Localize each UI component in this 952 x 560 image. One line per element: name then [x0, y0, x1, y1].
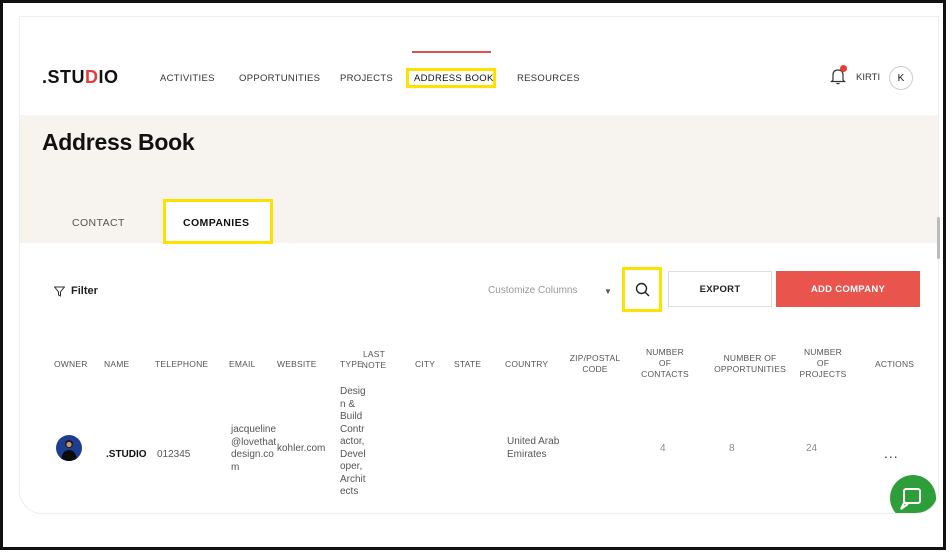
person-photo-icon [61, 440, 77, 461]
col-city[interactable]: CITY [415, 359, 435, 370]
customize-columns-select[interactable]: Customize Columns [488, 285, 577, 296]
col-contacts-line1: NUMBER [645, 347, 685, 357]
highlight-nav-address-book [406, 68, 496, 88]
col-projects-line2: OF [816, 358, 830, 368]
company-website[interactable]: kohler.com [277, 443, 325, 456]
col-website[interactable]: WEBSITE [277, 359, 317, 370]
company-name[interactable]: .STUDIO [106, 449, 147, 462]
add-company-button[interactable]: ADD COMPANY [776, 271, 920, 307]
col-contacts-line2: OF [658, 358, 672, 368]
nav-resources[interactable]: RESOURCES [517, 73, 580, 84]
screenshot-frame: .STUDIO ACTIVITIES OPPORTUNITIES PROJECT… [0, 0, 946, 550]
col-number-of-contacts[interactable]: NUMBER OF CONTACTS [636, 347, 694, 380]
company-email[interactable]: jacqueline @lovethat design.co m [231, 424, 276, 474]
type-line: Desig [340, 386, 366, 397]
type-line: Build [340, 411, 363, 422]
type-line: ects [340, 486, 359, 497]
company-telephone: 012345 [157, 449, 191, 460]
col-number-of-opportunities[interactable]: NUMBER OF OPPORTUNITIES [710, 353, 790, 375]
type-line: Contr [340, 423, 365, 435]
page-header: Address Book CONTACT COMPANIES [20, 115, 938, 244]
toolbar: Filter Customize Columns ▼ EXPORT ADD CO… [20, 243, 938, 323]
table-row[interactable]: .STUDIO 012345 jacqueline @lovethat desi… [20, 386, 938, 513]
col-country[interactable]: COUNTRY [505, 359, 548, 370]
chat-fab-button[interactable] [890, 475, 936, 513]
owner-avatar[interactable] [56, 435, 82, 461]
col-last-note-line2: NOTE [361, 360, 387, 370]
tab-contact[interactable]: CONTACT [72, 217, 125, 229]
top-navbar: .STUDIO ACTIVITIES OPPORTUNITIES PROJECT… [20, 17, 938, 115]
country-line: Emirates [507, 448, 547, 460]
nav-opportunities[interactable]: OPPORTUNITIES [239, 73, 320, 84]
col-state[interactable]: STATE [454, 359, 481, 370]
table-header: OWNER NAME TELEPHONE EMAIL WEBSITE TYPE … [20, 347, 938, 387]
export-button[interactable]: EXPORT [668, 271, 772, 307]
filter-button[interactable]: Filter [54, 285, 98, 297]
col-owner[interactable]: OWNER [54, 359, 88, 370]
app-window: .STUDIO ACTIVITIES OPPORTUNITIES PROJECT… [20, 17, 938, 513]
col-zip[interactable]: ZIP/POSTAL CODE [565, 353, 625, 375]
email-line: @lovethat [231, 436, 277, 448]
col-projects-line1: NUMBER [803, 347, 843, 357]
logo-mark: D [85, 67, 99, 87]
user-avatar[interactable]: K [889, 66, 913, 90]
col-opps-line1: NUMBER OF [723, 353, 777, 363]
col-last-note[interactable]: LAST NOTE [359, 349, 389, 371]
chevron-down-icon[interactable]: ▼ [604, 287, 612, 296]
email-line: m [231, 461, 240, 473]
filter-label: Filter [71, 285, 98, 297]
company-country: United Arab Emirates [507, 436, 559, 461]
col-zip-line2: CODE [582, 364, 608, 374]
company-contacts-count: 4 [660, 443, 666, 454]
brand-logo[interactable]: .STUDIO [42, 67, 119, 88]
country-line: United Arab [507, 436, 560, 447]
page-title: Address Book [42, 129, 195, 155]
col-name[interactable]: NAME [104, 359, 129, 370]
nav-activities[interactable]: ACTIVITIES [160, 73, 215, 84]
col-actions: ACTIONS [875, 359, 915, 369]
chat-icon [900, 488, 921, 510]
more-actions-icon[interactable]: ... [884, 445, 899, 461]
col-contacts-line3: CONTACTS [641, 369, 689, 379]
col-number-of-projects[interactable]: NUMBER OF PROJECTS [796, 347, 850, 380]
logo-suffix: IO [98, 67, 119, 87]
type-line: n & [340, 398, 356, 410]
type-line: actor, [340, 436, 365, 447]
col-opps-line2: OPPORTUNITIES [714, 364, 786, 374]
type-line: Archit [340, 473, 366, 485]
email-line: design.co [231, 449, 274, 460]
type-line: oper, [340, 461, 363, 472]
nav-projects[interactable]: PROJECTS [340, 73, 393, 84]
company-type: Desig n & Build Contr actor, Devel oper,… [340, 386, 366, 499]
type-line: Devel [340, 448, 366, 460]
col-email[interactable]: EMAIL [229, 359, 256, 370]
user-name[interactable]: KIRTI [856, 72, 880, 83]
page-scrollbar[interactable] [937, 217, 940, 259]
highlight-tab-companies [163, 199, 273, 244]
logo-prefix: .STU [42, 67, 86, 87]
notification-dot [840, 65, 847, 72]
col-projects-line3: PROJECTS [799, 369, 847, 379]
active-nav-indicator [412, 51, 491, 53]
company-projects-count: 24 [806, 443, 818, 454]
col-zip-line1: ZIP/POSTAL [569, 353, 621, 363]
filter-icon [54, 286, 65, 297]
email-line: jacqueline [231, 424, 277, 435]
company-opportunities-count: 8 [729, 443, 735, 454]
col-last-note-line1: LAST [362, 349, 386, 359]
col-telephone[interactable]: TELEPHONE [155, 359, 208, 370]
highlight-search [622, 267, 662, 312]
